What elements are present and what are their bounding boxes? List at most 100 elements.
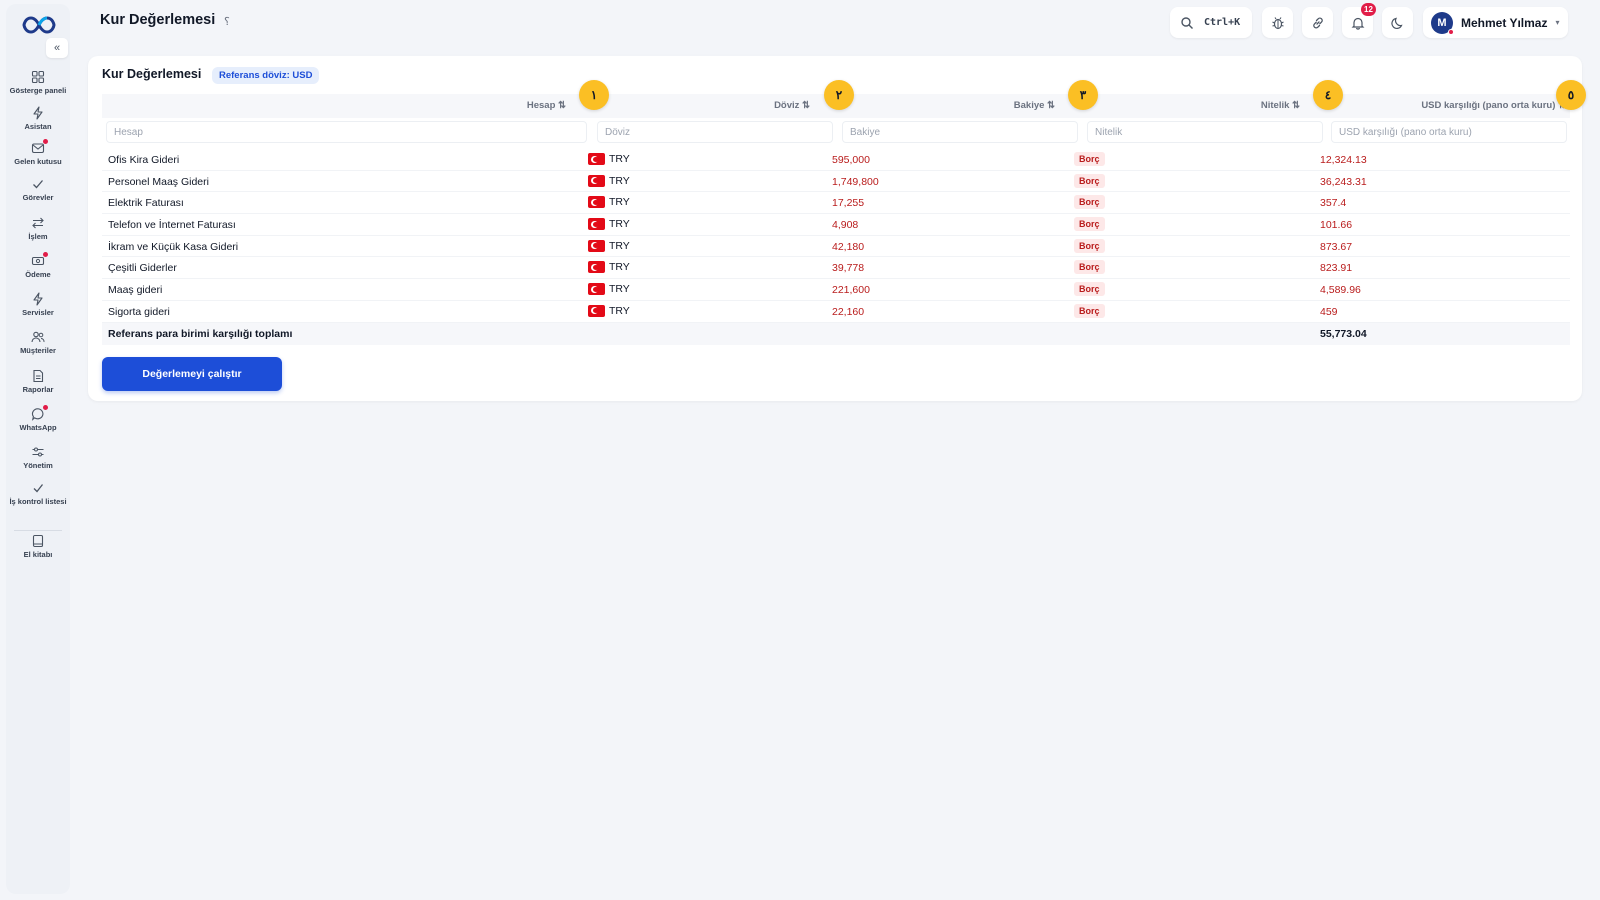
account-cell: Ofis Kira Gideri <box>108 154 180 166</box>
sidebar-item[interactable]: Servisler <box>6 292 70 317</box>
column-header-account[interactable]: Hesap ⇅ <box>527 100 566 111</box>
sidebar: « Gösterge paneli Asistan Gelen kutusu Göre… <box>6 4 70 894</box>
currency-cell: TRY <box>588 283 630 296</box>
notifications-button[interactable]: 12 <box>1342 3 1376 38</box>
sidebar-item[interactable]: WhatsApp <box>6 405 70 432</box>
filter-nature-input[interactable] <box>1087 121 1323 143</box>
account-cell: Sigorta gideri <box>108 305 170 318</box>
sidebar-item-label: Servisler <box>22 308 54 317</box>
currency-cell: TRY <box>588 174 630 187</box>
search-button[interactable]: Ctrl+K <box>1170 7 1252 38</box>
sidebar-item[interactable]: İşlem <box>6 216 70 241</box>
table-row[interactable]: İkram ve Küçük Kasa Gideri TRY 42,180 Borç 8… <box>102 236 1570 258</box>
sidebar-item[interactable]: Ödeme <box>6 252 70 279</box>
nature-cell: Borç <box>1074 173 1105 188</box>
currency-code: TRY <box>609 218 630 231</box>
nature-cell: Borç <box>1074 282 1105 297</box>
sidebar-item[interactable]: Asistan <box>6 106 70 131</box>
balance-cell: 1,749,800 <box>832 175 879 188</box>
table-row[interactable]: Telefon ve İnternet Faturası TRY 4,908 Borç… <box>102 214 1570 236</box>
report-icon <box>31 369 45 383</box>
account-cell: Telefon ve İnternet Faturası <box>108 219 236 232</box>
sidebar-item[interactable]: Müşteriler <box>6 330 70 355</box>
inbox-icon <box>31 139 48 155</box>
moon-icon <box>1390 17 1403 29</box>
nature-cell: Borç <box>1074 217 1105 232</box>
page-title: Kur Değerlemesi <box>100 12 216 28</box>
currency-code: TRY <box>609 304 630 317</box>
column-header-balance[interactable]: Bakiye ⇅ <box>1014 100 1055 111</box>
sidebar-item[interactable]: Görevler <box>6 177 70 202</box>
sidebar-item[interactable]: İş kontrol listesi <box>6 481 70 506</box>
help-icon[interactable]: ؟ <box>224 15 230 28</box>
avatar-initial: M <box>1437 16 1447 29</box>
theme-toggle-button[interactable] <box>1382 7 1413 38</box>
sidebar-item[interactable]: Gösterge paneli <box>6 70 70 95</box>
filter-usd-input[interactable] <box>1331 121 1567 143</box>
chevron-down-icon: ▾ <box>1555 18 1560 27</box>
balance-cell: 4,908 <box>832 219 859 232</box>
currency-cell: TRY <box>588 239 630 252</box>
sidebar-item-label: Müşteriler <box>20 346 56 355</box>
filter-account-input[interactable] <box>106 121 587 143</box>
valuation-card: Kur Değerlemesi Referans döviz: USD Hesa… <box>88 56 1586 401</box>
sidebar-item[interactable]: Raporlar <box>6 369 70 394</box>
sidebar-item-label: El kitabı <box>23 550 53 559</box>
avatar: M <box>1431 11 1454 35</box>
debit-badge: Borç <box>1074 260 1105 275</box>
sidebar-item[interactable]: Yönetim <box>6 445 70 470</box>
collapse-sidebar-button[interactable]: « <box>46 38 68 58</box>
sidebar-item-label: Görevler <box>22 193 54 202</box>
table-row[interactable]: Çeşitli Giderler TRY 39,778 Borç 823.91 <box>102 257 1570 280</box>
column-header-usd-equivalent[interactable]: USD karşılığı (pano orta kuru) ⇅ <box>1421 100 1566 111</box>
sidebar-item[interactable]: El kitabı <box>6 534 70 559</box>
debit-badge: Borç <box>1074 303 1105 318</box>
table-row[interactable]: Personel Maaş Gideri TRY 1,749,800 Borç 36,2… <box>102 171 1570 193</box>
currency-code: TRY <box>609 239 630 252</box>
link-button[interactable] <box>1302 7 1333 38</box>
bolt-icon <box>31 106 45 120</box>
run-valuation-button[interactable]: Değerlemeyi çalıştır <box>102 357 282 391</box>
sidebar-item-label: Yönetim <box>23 461 53 470</box>
unread-dot <box>43 405 48 410</box>
debit-badge: Borç <box>1074 152 1105 166</box>
card-title: Kur Değerlemesi <box>102 67 202 81</box>
currency-code: TRY <box>609 196 630 209</box>
usd-equivalent-cell: 823.91 <box>1320 262 1353 275</box>
total-label: Referans para birimi karşılığı toplamı <box>108 327 293 340</box>
balance-cell: 42,180 <box>832 240 865 253</box>
column-header-nature[interactable]: Nitelik ⇅ <box>1261 100 1300 111</box>
column-header-currency[interactable]: Döviz ⇅ <box>774 100 810 111</box>
bolt-icon <box>31 292 45 306</box>
turkey-flag-icon <box>588 196 605 209</box>
balance-cell: 39,778 <box>832 262 865 275</box>
user-menu-button[interactable]: M Mehmet Yılmaz ▾ <box>1423 7 1568 38</box>
usd-equivalent-cell: 12,324.13 <box>1320 154 1367 166</box>
swap-icon <box>31 216 45 230</box>
balance-cell: 22,160 <box>832 305 865 318</box>
link-icon <box>1312 17 1323 28</box>
sidebar-item[interactable]: Gelen kutusu <box>6 139 70 166</box>
sidebar-item-label: İşlem <box>28 232 48 241</box>
debug-button[interactable] <box>1262 7 1293 38</box>
nature-cell: Borç <box>1074 195 1105 210</box>
debit-badge: Borç <box>1074 217 1105 232</box>
table-row[interactable]: Ofis Kira Gideri TRY 595,000 Borç 12,324.13 <box>102 149 1570 171</box>
balance-cell: 221,600 <box>832 284 870 297</box>
table-row[interactable]: Maaş gideri TRY 221,600 Borç 4,589.96 <box>102 279 1570 301</box>
table-row[interactable]: Sigorta gideri TRY 22,160 Borç 459 <box>102 301 1570 323</box>
sidebar-item-label: Gelen kutusu <box>14 157 62 166</box>
bug-icon <box>1271 16 1284 29</box>
table-row[interactable]: Elektrik Faturası TRY 17,255 Borç 357.4 <box>102 192 1570 215</box>
sidebar-divider <box>14 530 62 531</box>
dashboard-icon <box>31 70 45 84</box>
unread-dot <box>43 252 48 257</box>
filter-currency-input[interactable] <box>597 121 833 143</box>
checklist-icon <box>31 481 45 495</box>
infinity-logo-icon[interactable] <box>22 14 56 36</box>
balance-cell: 17,255 <box>832 197 865 210</box>
debit-badge: Borç <box>1074 238 1105 253</box>
currency-code: TRY <box>609 283 630 296</box>
check-icon <box>31 177 45 191</box>
filter-balance-input[interactable] <box>842 121 1078 143</box>
